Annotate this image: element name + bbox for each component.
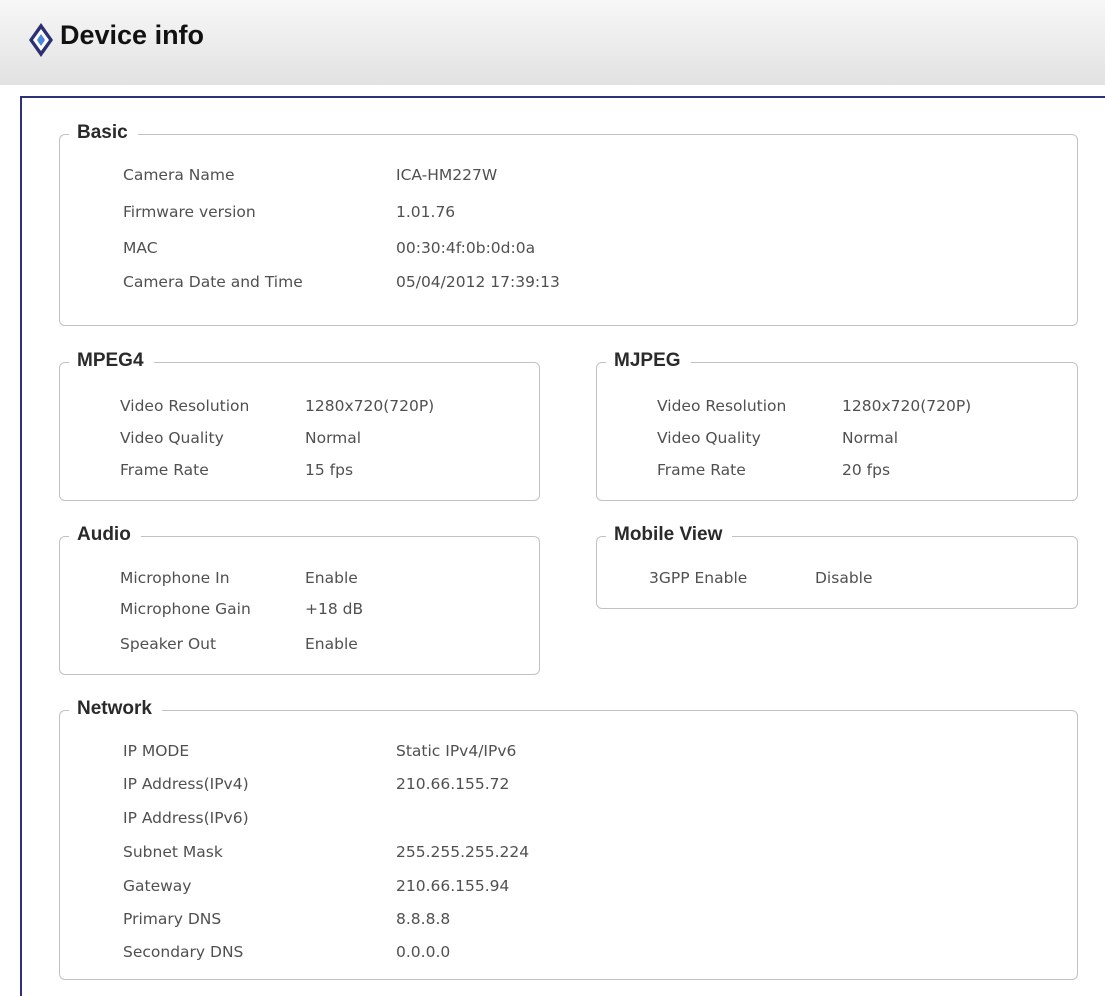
audio-group: Audio Microphone In Enable Microphone Ga… (59, 522, 540, 675)
info-label: Video Quality (657, 429, 761, 447)
page-title: Device info (60, 20, 205, 50)
info-label: Subnet Mask (123, 843, 223, 861)
mpeg4-legend: MPEG4 (69, 348, 154, 374)
mobile-view-legend: Mobile View (606, 522, 733, 548)
info-value: Normal (305, 429, 362, 447)
info-label: 3GPP Enable (649, 569, 748, 587)
info-value: Normal (842, 429, 899, 447)
info-label: Microphone Gain (120, 600, 251, 618)
info-value: Enable (305, 635, 358, 653)
info-value: 1.01.76 (396, 203, 456, 221)
info-value: 210.66.155.72 (396, 775, 510, 793)
info-label: IP Address(IPv4) (123, 775, 249, 793)
mjpeg-legend: MJPEG (606, 348, 691, 374)
info-label: Primary DNS (123, 910, 222, 928)
info-label: Secondary DNS (123, 943, 244, 961)
info-value: Enable (305, 569, 358, 587)
info-label: Video Resolution (120, 397, 250, 415)
info-label: IP Address(IPv6) (123, 809, 249, 827)
mjpeg-group: MJPEG Video Resolution 1280x720(720P) Vi… (596, 348, 1078, 501)
info-value: +18 dB (305, 600, 364, 618)
info-label: Microphone In (120, 569, 230, 587)
info-label: Video Quality (120, 429, 224, 447)
device-info-icon (29, 23, 53, 57)
info-label: Frame Rate (120, 461, 209, 479)
info-value: 00:30:4f:0b:0d:0a (396, 239, 536, 257)
info-value: 210.66.155.94 (396, 877, 510, 895)
info-value: 255.255.255.224 (396, 843, 530, 861)
audio-legend: Audio (69, 522, 141, 548)
network-legend: Network (69, 696, 162, 722)
network-group: Network IP MODE Static IPv4/IPv6 IP Addr… (59, 696, 1078, 980)
info-label: Gateway (123, 877, 192, 895)
info-value: ICA-HM227W (396, 166, 498, 184)
info-value: 05/04/2012 17:39:13 (396, 273, 560, 291)
info-label: Frame Rate (657, 461, 746, 479)
page-header: Device info (0, 0, 1105, 85)
info-value: 1280x720(720P) (842, 397, 972, 415)
info-label: Camera Name (123, 166, 235, 184)
info-label: IP MODE (123, 742, 190, 760)
info-label: Camera Date and Time (123, 273, 303, 291)
info-label: Video Resolution (657, 397, 787, 415)
mpeg4-group: MPEG4 Video Resolution 1280x720(720P) Vi… (59, 348, 540, 501)
info-value: 1280x720(720P) (305, 397, 435, 415)
basic-legend: Basic (69, 120, 138, 146)
info-value: Static IPv4/IPv6 (396, 742, 517, 760)
info-value: 20 fps (842, 461, 891, 479)
info-label: Firmware version (123, 203, 256, 221)
info-value: Disable (815, 569, 873, 587)
info-value: 0.0.0.0 (396, 943, 451, 961)
mobile-view-group: Mobile View 3GPP Enable Disable (596, 522, 1078, 609)
info-value: 8.8.8.8 (396, 910, 451, 928)
info-label: MAC (123, 239, 158, 257)
info-label: Speaker Out (120, 635, 217, 653)
basic-group: Basic Camera Name ICA-HM227W Firmware ve… (59, 120, 1078, 326)
info-value: 15 fps (305, 461, 354, 479)
